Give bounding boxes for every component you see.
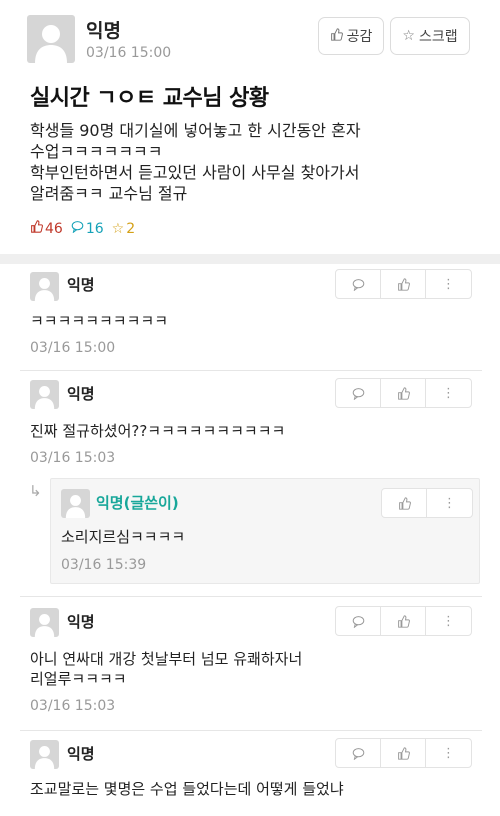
comment-text-line: 리얼루ㅋㅋㅋㅋ — [30, 670, 127, 688]
comment-actions: ⋮ — [335, 738, 472, 768]
scrap-label: 스크랩 — [418, 29, 458, 45]
comment-time: 03/16 15:03 — [30, 698, 116, 714]
more-vertical-icon: ⋮ — [443, 495, 456, 511]
reply-comment-button[interactable] — [336, 270, 381, 298]
reply-avatar — [61, 489, 90, 518]
speech-bubble-icon — [352, 747, 364, 760]
reply: 익명(글쓴이) ⋮ 소리지르심ㅋㅋㅋㅋ 03/16 15:39 — [50, 478, 480, 584]
speech-bubble-icon — [71, 220, 84, 237]
more-options-button[interactable]: ⋮ — [426, 739, 471, 767]
thumbs-up-icon — [397, 386, 410, 400]
more-vertical-icon: ⋮ — [442, 385, 455, 401]
comment-count: 16 — [71, 220, 104, 237]
post-body-line: 수업ㅋㅋㅋㅋㅋㅋㅋ — [30, 142, 163, 161]
post-body-line: 학생들 90명 대기실에 넣어놓고 한 시간동안 혼자 — [30, 121, 361, 140]
post-author: 익명 — [86, 20, 121, 42]
like-reply-button[interactable] — [382, 489, 427, 517]
post-body-line: 알려줌ㅋㅋ 교수님 절규 — [30, 184, 188, 203]
reply-comment-button[interactable] — [336, 607, 381, 635]
comment-divider — [20, 596, 482, 597]
comment-avatar — [30, 608, 59, 637]
comment-author: 익명 — [67, 745, 95, 763]
empathy-label: 공감 — [346, 29, 373, 45]
comment: 익명 ⋮ 조교말로는 몇명은 수업 들었다는데 어떻게 들었냐 — [0, 734, 500, 816]
person-silhouette-icon — [34, 386, 55, 409]
comment-text: ㅋㅋㅋㅋㅋㅋㅋㅋㅋㅋ — [30, 312, 169, 330]
reply-comment-button[interactable] — [336, 379, 381, 407]
comment-avatar — [30, 380, 59, 409]
speech-bubble-icon — [352, 387, 364, 400]
section-divider — [0, 254, 500, 264]
thumbs-up-icon — [397, 277, 410, 291]
post: 익명 03/16 15:00 공감 ☆ 스크랩 실시간 ㄱㅇㅌ 교수님 상황 학… — [0, 0, 500, 254]
empathy-button[interactable]: 공감 — [318, 17, 384, 55]
more-options-button[interactable]: ⋮ — [426, 379, 471, 407]
comment-text: 진짜 절규하셨어??ㅋㅋㅋㅋㅋㅋㅋㅋㅋㅋ — [30, 422, 286, 440]
person-silhouette-icon — [34, 746, 55, 769]
reply-time: 03/16 15:39 — [61, 557, 147, 573]
comment-actions: ⋮ — [335, 269, 472, 299]
reply-text: 소리지르심ㅋㅋㅋㅋ — [61, 528, 186, 546]
like-comment-button[interactable] — [381, 379, 426, 407]
more-vertical-icon: ⋮ — [442, 276, 455, 292]
comment-author: 익명 — [67, 385, 95, 403]
like-comment-button[interactable] — [381, 607, 426, 635]
comment-time: 03/16 15:03 — [30, 450, 116, 466]
like-count: 46 — [30, 220, 63, 237]
comment-time: 03/16 15:00 — [30, 340, 116, 356]
comment-avatar — [30, 272, 59, 301]
comment-author: 익명 — [67, 613, 95, 631]
person-silhouette-icon — [34, 278, 55, 301]
more-options-button[interactable]: ⋮ — [426, 270, 471, 298]
scrap-button[interactable]: ☆ 스크랩 — [390, 17, 470, 55]
thumbs-up-icon — [30, 220, 43, 237]
like-comment-button[interactable] — [381, 739, 426, 767]
comment-avatar — [30, 740, 59, 769]
person-silhouette-icon — [65, 495, 86, 518]
reply-arrow-icon: ↳ — [29, 482, 42, 500]
speech-bubble-icon — [352, 615, 364, 628]
more-vertical-icon: ⋮ — [442, 745, 455, 761]
comment-actions: ⋮ — [335, 606, 472, 636]
post-time: 03/16 15:00 — [86, 45, 172, 61]
more-vertical-icon: ⋮ — [442, 613, 455, 629]
thumbs-up-icon — [398, 496, 411, 510]
comment: 익명 ⋮ 진짜 절규하셨어??ㅋㅋㅋㅋㅋㅋㅋㅋㅋㅋ 03/16 15:03 — [0, 374, 500, 474]
person-silhouette-icon — [34, 614, 55, 637]
post-body-line: 학부인턴하면서 듣고있던 사람이 사무실 찾아가서 — [30, 163, 360, 182]
comment: 익명 ⋮ 아니 연싸대 개강 첫날부터 넘모 유쾌하자너 리얼루ㅋㅋㅋㅋ 03/… — [0, 600, 500, 728]
reply-author: 익명(글쓴이) — [96, 494, 179, 512]
post-avatar — [27, 15, 75, 63]
comment-text: 조교말로는 몇명은 수업 들었다는데 어떻게 들었냐 — [30, 780, 344, 798]
comment-divider — [20, 370, 482, 371]
speech-bubble-icon — [352, 278, 364, 291]
comment-actions: ⋮ — [335, 378, 472, 408]
thumbs-up-icon — [330, 27, 343, 45]
comment-text-line: 아니 연싸대 개강 첫날부터 넘모 유쾌하자너 — [30, 650, 303, 668]
star-icon: ☆ — [111, 220, 125, 237]
post-title: 실시간 ㄱㅇㅌ 교수님 상황 — [30, 86, 269, 111]
reply-comment-button[interactable] — [336, 739, 381, 767]
post-body: 학생들 90명 대기실에 넣어놓고 한 시간동안 혼자 수업ㅋㅋㅋㅋㅋㅋㅋ 학부… — [30, 120, 470, 204]
person-silhouette-icon — [35, 25, 67, 63]
comment-divider — [20, 730, 482, 731]
thumbs-up-icon — [397, 614, 410, 628]
comment: 익명 ⋮ ㅋㅋㅋㅋㅋㅋㅋㅋㅋㅋ 03/16 15:00 — [0, 264, 500, 364]
reply-actions: ⋮ — [381, 488, 473, 518]
comment-author: 익명 — [67, 276, 95, 294]
more-options-button[interactable]: ⋮ — [427, 489, 472, 517]
thumbs-up-icon — [397, 746, 410, 760]
post-stats: 46 16 ☆ 2 — [30, 220, 135, 237]
like-comment-button[interactable] — [381, 270, 426, 298]
more-options-button[interactable]: ⋮ — [426, 607, 471, 635]
scrap-count: ☆ 2 — [111, 220, 136, 237]
star-icon: ☆ — [402, 28, 415, 44]
